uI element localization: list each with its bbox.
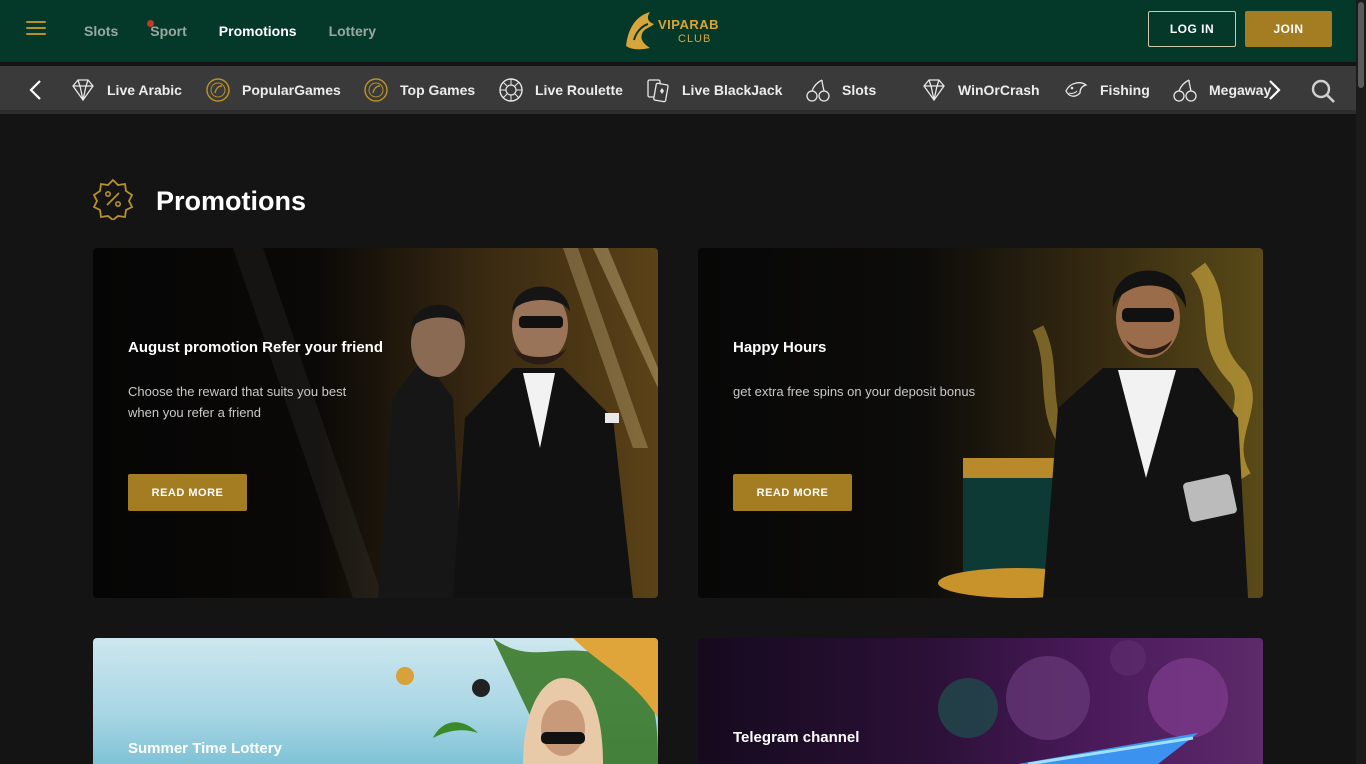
top-nav: Slots Sport Promotions Lottery [84, 0, 408, 62]
promo-card-summer-lottery[interactable]: Summer Time Lottery [93, 638, 658, 764]
promo-title: Summer Time Lottery [128, 740, 282, 757]
category-slots[interactable]: Slots [805, 66, 921, 114]
cherries-icon [806, 79, 830, 102]
category-live-roulette[interactable]: Live Roulette [498, 66, 645, 114]
page-title: Promotions [156, 186, 307, 216]
promo-illustration [233, 248, 658, 598]
join-button[interactable]: JOIN [1245, 11, 1332, 47]
promo-card-refer-friend[interactable]: August promotion Refer your friend Choos… [93, 248, 658, 598]
promo-title: August promotion Refer your friend [128, 339, 383, 356]
top-header: Slots Sport Promotions Lottery VIPARAB C… [0, 0, 1356, 62]
nav-promotions[interactable]: Promotions [219, 23, 297, 39]
percent-badge-icon [92, 178, 134, 220]
promo-card-telegram[interactable]: Telegram channel [698, 638, 1263, 764]
read-more-button[interactable]: READ MORE [733, 474, 852, 511]
coin-icon [364, 78, 388, 102]
category-live-arabic[interactable]: Live Arabic [70, 66, 205, 114]
category-live-blackjack[interactable]: Live BlackJack [645, 66, 805, 114]
category-top-games[interactable]: Top Games [363, 66, 498, 114]
chevron-right-icon[interactable] [1264, 78, 1284, 102]
nav-sport[interactable]: Sport [147, 20, 187, 39]
category-win-or-crash[interactable]: WinOrCrash [921, 66, 1063, 114]
category-popular-games[interactable]: PopularGames [205, 66, 363, 114]
roulette-icon [499, 78, 523, 102]
nav-lottery[interactable]: Lottery [329, 23, 376, 39]
promo-description: Choose the reward that suits you best wh… [128, 384, 347, 420]
category-bar: Live Arabic PopularGames Top Games Live … [0, 66, 1356, 114]
read-more-button[interactable]: READ MORE [128, 474, 247, 511]
promo-title: Telegram channel [733, 729, 860, 746]
diamond-icon [923, 79, 945, 102]
cherries-icon [1173, 79, 1197, 102]
login-button[interactable]: LOG IN [1148, 11, 1236, 47]
category-fishing[interactable]: Fishing [1063, 66, 1172, 114]
diamond-icon [72, 79, 94, 102]
brand-logo[interactable]: VIPARAB CLUB [620, 6, 720, 54]
hamburger-menu-icon[interactable] [26, 21, 46, 35]
logo-wordmark: VIPARAB [658, 17, 720, 32]
promo-title: Happy Hours [733, 339, 827, 356]
category-list: Live Arabic PopularGames Top Games Live … [70, 66, 1282, 114]
nav-slots[interactable]: Slots [84, 23, 118, 39]
page-scrollbar[interactable] [1356, 0, 1366, 764]
chevron-left-icon[interactable] [26, 78, 46, 102]
logo-subtitle: CLUB [678, 33, 712, 45]
search-icon[interactable] [1310, 78, 1336, 104]
coin-icon [206, 78, 230, 102]
promo-description: get extra free spins on your deposit bon… [733, 384, 976, 399]
cards-icon [647, 79, 669, 103]
promo-illustration [938, 262, 1253, 598]
fish-icon [1065, 82, 1088, 97]
scrollbar-thumb[interactable] [1358, 2, 1364, 88]
promo-card-happy-hours[interactable]: Happy Hours get extra free spins on your… [698, 248, 1263, 598]
